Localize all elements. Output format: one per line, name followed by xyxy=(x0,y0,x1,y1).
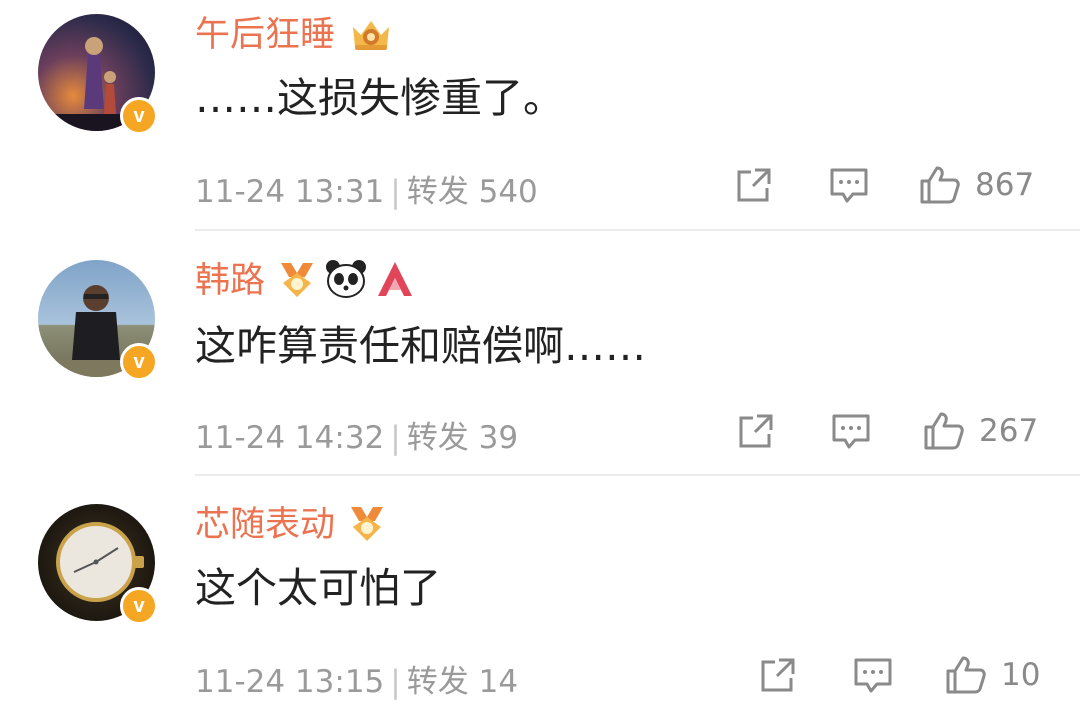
repost-count: 39 xyxy=(478,420,519,456)
like-button[interactable]: 267 xyxy=(923,406,1038,456)
share-button[interactable] xyxy=(759,650,797,700)
share-icon xyxy=(761,658,795,692)
comment-icon xyxy=(830,168,868,203)
verified-badge-icon: v xyxy=(120,343,158,381)
share-button[interactable] xyxy=(735,160,773,210)
thumbs-up-icon xyxy=(924,412,964,450)
meta-separator: | xyxy=(390,664,401,700)
share-button[interactable] xyxy=(737,406,775,456)
repost-label: 转发 xyxy=(406,174,469,210)
divider xyxy=(195,229,1080,231)
repost-label: 转发 xyxy=(406,664,469,700)
username[interactable]: 韩路 xyxy=(195,258,265,304)
like-count: 10 xyxy=(1001,657,1041,693)
comment-date: 11-24 14:32 xyxy=(195,420,385,456)
meta-separator: | xyxy=(390,174,401,210)
medal-icon xyxy=(277,259,317,303)
verified-badge-icon: v xyxy=(120,97,158,135)
like-count: 867 xyxy=(975,167,1035,203)
repost-count: 540 xyxy=(478,174,538,210)
reply-button[interactable] xyxy=(831,406,871,456)
red-logo-icon xyxy=(375,259,415,303)
like-button[interactable]: 10 xyxy=(945,650,1040,700)
comment-meta: 11-24 13:15 | 转发 14 xyxy=(195,656,518,701)
username[interactable]: 午后狂睡 xyxy=(195,12,335,58)
comment-date: 11-24 13:31 xyxy=(195,174,385,210)
share-icon xyxy=(739,414,773,448)
like-count: 267 xyxy=(979,413,1039,449)
verified-badge-icon: v xyxy=(120,587,158,625)
comment-meta: 11-24 13:31 | 转发 540 xyxy=(195,166,538,211)
repost-label: 转发 xyxy=(406,420,469,456)
comment-text: 这个太可怕了 xyxy=(195,564,441,612)
comment-meta: 11-24 14:32 | 转发 39 xyxy=(195,412,518,457)
comment-item: v 韩路 这咋算责任和赔偿啊…… 11-24 14:32 | 转发 39 267 xyxy=(0,244,1080,476)
comment-item: v 芯随表动 这个太可怕了 11-24 13:15 | 转发 14 10 xyxy=(0,488,1080,725)
reply-button[interactable] xyxy=(829,160,869,210)
comment-item: v 午后狂睡 ……这损失惨重了。 11-24 13:31 | 转发 540 86… xyxy=(0,0,1080,232)
comment-icon xyxy=(832,414,870,449)
comment-text: 这咋算责任和赔偿啊…… xyxy=(195,322,646,370)
thumbs-up-icon xyxy=(920,166,960,204)
comment-date: 11-24 13:15 xyxy=(195,664,385,700)
thumbs-up-icon xyxy=(946,656,986,694)
repost-count: 14 xyxy=(478,664,519,700)
divider xyxy=(195,474,1080,476)
username[interactable]: 芯随表动 xyxy=(195,502,335,548)
panda-icon xyxy=(325,259,367,303)
meta-separator: | xyxy=(390,420,401,456)
crown-vip-icon xyxy=(347,13,395,57)
like-button[interactable]: 867 xyxy=(919,160,1034,210)
medal-icon xyxy=(347,503,387,547)
share-icon xyxy=(737,168,771,202)
comment-icon xyxy=(854,658,892,693)
reply-button[interactable] xyxy=(853,650,893,700)
comment-text: ……这损失惨重了。 xyxy=(195,74,564,122)
